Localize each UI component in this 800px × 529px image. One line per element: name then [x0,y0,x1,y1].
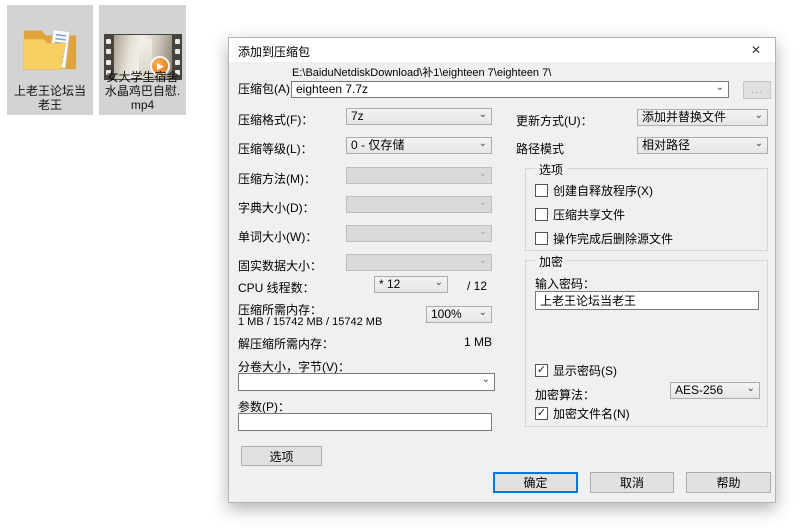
cpu-threads-select[interactable]: * 12 ⌄ [374,276,448,293]
checkbox-show-password[interactable]: ✓ 显示密码(S) [535,362,617,378]
method-label: 压缩方法(M)： [238,170,316,187]
solid-block-select: ⌄ [346,254,492,271]
chevron-down-icon: ⌄ [747,385,755,393]
update-mode-label: 更新方式(U)： [516,112,593,129]
checkbox-box[interactable] [535,232,548,245]
level-select[interactable]: 0 - 仅存储 ⌄ [346,137,492,154]
path-mode-label: 路径模式 [516,140,564,157]
encryption-group-title: 加密 [535,253,567,270]
word-size-label: 单词大小(W)： [238,228,317,245]
cpu-threads-label: CPU 线程数： [238,279,315,296]
encryption-group: 加密 输入密码： ✓ 显示密码(S) 加密算法： AES-256 ⌄ ✓ 加密文… [525,260,768,427]
cancel-button[interactable]: 取消 [590,472,674,493]
options-button[interactable]: 选项 [241,446,322,466]
chevron-down-icon: ⌄ [479,309,487,317]
archive-name-combobox[interactable]: eighteen 7.7z ⌄ [291,81,729,98]
desktop-item-video[interactable]: ▶ 女大学生宿舍水晶鸡巴自慰.mp4 [99,5,186,115]
desktop-item-label: 女大学生宿舍水晶鸡巴自慰.mp4 [101,70,184,112]
dictionary-label: 字典大小(D)： [238,199,315,216]
add-to-archive-dialog: 添加到压缩包 ✕ 压缩包(A)： E:\BaiduNetdiskDownload… [228,37,776,503]
method-select: ⌄ [346,167,492,184]
dialog-title: 添加到压缩包 [238,43,310,60]
ok-button[interactable]: 确定 [493,472,578,493]
browse-button: ... [743,81,771,99]
checkbox-label: 显示密码(S) [553,362,617,379]
folder-icon[interactable] [7,11,93,83]
folder-icon-graphic [19,18,81,76]
cpu-threads-total: / 12 [467,279,487,293]
level-label: 压缩等级(L)： [238,140,313,157]
checkbox-shared-files[interactable]: 压缩共享文件 [535,206,625,222]
format-label: 压缩格式(F)： [238,111,313,128]
word-size-select: ⌄ [346,225,492,242]
checkbox-delete-after[interactable]: 操作完成后删除源文件 [535,230,673,246]
parameters-input[interactable] [238,413,492,431]
encryption-method-label: 加密算法： [535,386,595,403]
memory-percent-select[interactable]: 100% ⌄ [426,306,492,323]
password-input[interactable] [535,291,759,310]
chevron-down-icon: ⌄ [479,199,487,207]
chevron-down-icon: ⌄ [435,279,443,287]
cpu-threads-value: * 12 [379,277,435,292]
checkbox-label: 加密文件名(N) [553,405,630,422]
chevron-down-icon: ⌄ [479,111,487,119]
chevron-down-icon: ⌄ [479,140,487,148]
checkbox-encrypt-filenames[interactable]: ✓ 加密文件名(N) [535,405,630,421]
options-group-title: 选项 [535,161,567,178]
checkbox-box[interactable] [535,208,548,221]
chevron-down-icon: ⌄ [479,257,487,265]
dialog-titlebar[interactable]: 添加到压缩包 ✕ [229,38,775,62]
encryption-method-value: AES-256 [675,383,747,398]
chevron-down-icon: ⌄ [479,228,487,236]
checkbox-label: 创建自释放程序(X) [553,182,653,199]
path-mode-value: 相对路径 [642,138,755,153]
desktop-item-label: 上老王论坛当老王 [9,84,91,112]
chevron-down-icon: ⌄ [482,376,490,384]
chevron-down-icon: ⌄ [755,140,763,148]
update-mode-value: 添加并替换文件 [642,110,755,125]
update-mode-select[interactable]: 添加并替换文件 ⌄ [637,109,768,126]
screen: 上老王论坛当老王 ▶ 女大学生宿舍水晶鸡巴自慰.mp4 添加到压缩包 ✕ [0,0,800,529]
memory-percent-value: 100% [431,307,479,322]
solid-block-label: 固实数据大小： [238,257,322,274]
volume-size-combobox[interactable]: ⌄ [238,373,495,391]
dictionary-select: ⌄ [346,196,492,213]
path-mode-select[interactable]: 相对路径 ⌄ [637,137,768,154]
checkbox-box[interactable]: ✓ [535,364,548,377]
check-icon: ✓ [537,408,546,419]
level-value: 0 - 仅存储 [351,138,479,153]
format-value: 7z [351,109,479,124]
archive-path: E:\BaiduNetdiskDownload\补1\eighteen 7\ei… [292,64,551,80]
encryption-method-select[interactable]: AES-256 ⌄ [670,382,760,399]
help-button[interactable]: 帮助 [686,472,771,493]
checkbox-box[interactable]: ✓ [535,407,548,420]
close-icon[interactable]: ✕ [737,38,775,62]
format-select[interactable]: 7z ⌄ [346,108,492,125]
check-icon: ✓ [537,365,546,376]
password-label: 输入密码： [535,275,595,292]
desktop-item-folder[interactable]: 上老王论坛当老王 [7,5,93,115]
memory-usage-detail: 1 MB / 15742 MB / 15742 MB [238,316,382,328]
chevron-down-icon: ⌄ [716,84,724,92]
decompress-memory-label: 解压缩所需内存： [238,335,334,352]
checkbox-label: 压缩共享文件 [553,206,625,223]
checkbox-label: 操作完成后删除源文件 [553,230,673,247]
archive-name-value: eighteen 7.7z [296,82,716,97]
checkbox-box[interactable] [535,184,548,197]
decompress-memory-value: 1 MB [429,335,492,349]
chevron-down-icon: ⌄ [479,170,487,178]
chevron-down-icon: ⌄ [755,112,763,120]
checkbox-create-sfx[interactable]: 创建自释放程序(X) [535,182,653,198]
options-group: 选项 创建自释放程序(X) 压缩共享文件 操作完成后删除源文件 [525,168,768,251]
